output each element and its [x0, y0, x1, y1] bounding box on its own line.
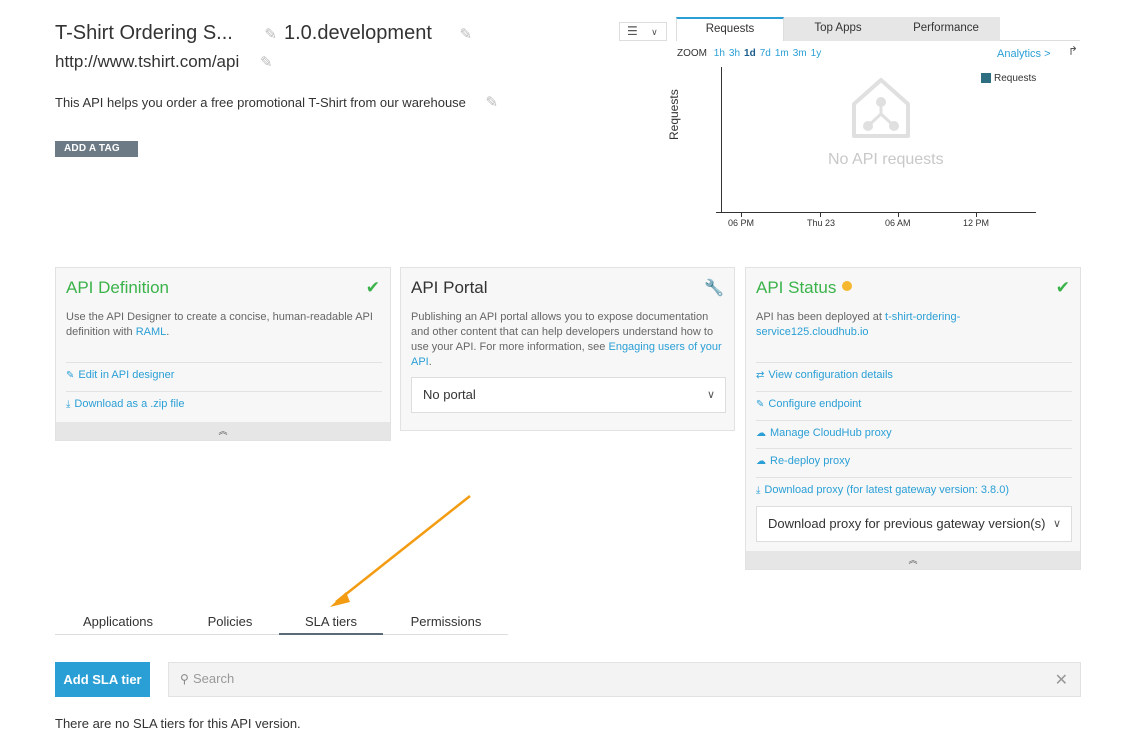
- add-tag-button[interactable]: ADD A TAG: [55, 141, 138, 157]
- divider: [756, 448, 1072, 449]
- pencil-icon: ✎: [66, 370, 75, 381]
- edit-in-designer-link[interactable]: ✎ Edit in API designer: [66, 369, 174, 381]
- tab-permissions[interactable]: Permissions: [390, 614, 502, 629]
- legend-swatch: [981, 73, 991, 83]
- empty-sla-message: There are no SLA tiers for this API vers…: [55, 716, 301, 731]
- annotation-arrow: [330, 495, 471, 607]
- search-input[interactable]: [193, 671, 993, 686]
- x-axis-tick: [741, 212, 742, 217]
- zoom-option-7d[interactable]: 7d: [760, 48, 771, 59]
- zoom-option-1d[interactable]: 1d: [744, 48, 756, 59]
- share-icon[interactable]: ↱: [1068, 44, 1078, 58]
- zoom-label: ZOOM: [677, 48, 707, 59]
- no-requests-message: No API requests: [828, 151, 944, 168]
- chart-x-axis: [716, 212, 1036, 213]
- wrench-icon[interactable]: 🔧: [704, 278, 724, 298]
- cloud-icon: ☁: [756, 428, 766, 439]
- double-chevron-up-icon: ︽: [218, 426, 228, 436]
- card-description: API has been deployed at t-shirt-orderin…: [756, 311, 961, 338]
- tab-applications[interactable]: Applications: [60, 614, 176, 629]
- x-axis-tick-label: Thu 23: [807, 218, 836, 228]
- search-bar: ⚲ ✕: [168, 662, 1081, 697]
- double-chevron-up-icon: ︽: [908, 555, 918, 565]
- card-description: Publishing an API portal allows you to e…: [411, 311, 722, 368]
- check-icon: ✔: [365, 278, 380, 297]
- list-icon: ☰: [627, 24, 638, 38]
- divider: [66, 391, 382, 392]
- x-axis-tick: [820, 212, 821, 217]
- view-configuration-link[interactable]: ⇄ View configuration details: [756, 369, 893, 381]
- legend-label: Requests: [994, 73, 1037, 84]
- exchange-arrows-icon: ⇄: [756, 370, 765, 381]
- tab-top-apps[interactable]: Top Apps: [784, 17, 892, 41]
- card-title: API Portal: [411, 278, 488, 297]
- api-title: T-Shirt Ordering S... ✎: [55, 22, 277, 44]
- check-icon: ✔: [1055, 278, 1070, 297]
- card-description: Use the API Designer to create a concise…: [66, 311, 373, 338]
- x-axis-tick: [976, 212, 977, 217]
- tab-performance[interactable]: Performance: [892, 17, 1000, 41]
- zoom-option-1m[interactable]: 1m: [775, 48, 789, 59]
- configure-endpoint-link[interactable]: ✎ Configure endpoint: [756, 398, 861, 410]
- api-description: This API helps you order a free promotio…: [55, 94, 499, 111]
- divider: [756, 391, 1072, 392]
- divider: [756, 477, 1072, 478]
- api-version: 1.0.development ✎: [284, 22, 473, 44]
- zoom-option-3m[interactable]: 3m: [793, 48, 807, 59]
- zoom-option-1y[interactable]: 1y: [811, 48, 822, 59]
- zoom-option-3h[interactable]: 3h: [729, 48, 740, 59]
- portal-select[interactable]: No portal ∨: [411, 377, 726, 413]
- redeploy-proxy-link[interactable]: ☁ Re-deploy proxy: [756, 455, 850, 467]
- cloud-icon: ☁: [756, 456, 766, 467]
- pencil-icon: ✎: [756, 399, 765, 410]
- x-axis-tick-label: 12 PM: [963, 218, 990, 228]
- download-zip-link[interactable]: ⤓ Download as a .zip file: [66, 398, 184, 410]
- x-axis-tick: [898, 212, 899, 217]
- chevron-down-icon: ∨: [651, 27, 658, 37]
- status-indicator: [842, 281, 853, 291]
- analytics-link[interactable]: Analytics >: [997, 48, 1051, 60]
- card-title: API Status: [756, 278, 853, 298]
- zoom-controls: ZOOM 1h 3h 1d 7d 1m 3m 1y: [677, 48, 821, 59]
- api-portal-card: API Portal 🔧 Publishing an API portal al…: [400, 267, 735, 431]
- tab-policies[interactable]: Policies: [180, 614, 280, 629]
- zoom-option-1h[interactable]: 1h: [714, 48, 725, 59]
- close-icon[interactable]: ✕: [1055, 670, 1068, 690]
- search-icon: ⚲: [180, 672, 189, 686]
- api-status-card: API Status ✔ API has been deployed at t-…: [745, 267, 1081, 570]
- edit-url-pencil-icon[interactable]: ✎: [260, 54, 273, 71]
- chevron-down-icon: ∨: [1052, 518, 1061, 530]
- manage-cloudhub-proxy-link[interactable]: ☁ Manage CloudHub proxy: [756, 427, 892, 439]
- collapse-card-button[interactable]: ︽: [56, 422, 390, 440]
- collapse-card-button[interactable]: ︽: [746, 551, 1080, 569]
- x-axis-tick-label: 06 PM: [728, 218, 755, 228]
- tab-sla-tiers[interactable]: SLA tiers: [279, 614, 383, 629]
- card-title: API Definition: [66, 278, 169, 297]
- view-toggle-dropdown[interactable]: ☰ ∨: [619, 22, 667, 41]
- active-tab-indicator: [279, 633, 383, 635]
- chevron-down-icon: ∨: [706, 389, 715, 401]
- download-proxy-link[interactable]: ⤓ Download proxy (for latest gateway vers…: [756, 484, 1009, 496]
- chart-y-axis-label: Requests: [667, 89, 681, 140]
- divider: [756, 362, 1072, 363]
- api-url: http://www.tshirt.com/api ✎: [55, 52, 273, 71]
- chart-y-axis: [721, 67, 722, 213]
- tab-requests[interactable]: Requests: [676, 17, 784, 41]
- api-placeholder-icon: [852, 78, 910, 138]
- x-axis-tick-label: 06 AM: [885, 218, 911, 228]
- chart-tabs: Requests Top Apps Performance: [676, 17, 1080, 41]
- edit-title-pencil-icon[interactable]: ✎: [264, 26, 277, 43]
- divider: [756, 420, 1072, 421]
- api-definition-card: API Definition ✔ Use the API Designer to…: [55, 267, 391, 441]
- edit-description-pencil-icon[interactable]: ✎: [486, 94, 499, 111]
- add-sla-tier-button[interactable]: Add SLA tier: [55, 662, 150, 697]
- edit-version-pencil-icon[interactable]: ✎: [459, 26, 472, 43]
- download-icon: ⤓: [756, 485, 761, 496]
- previous-gateway-proxy-select[interactable]: Download proxy for previous gateway vers…: [756, 506, 1072, 542]
- download-icon: ⤓: [66, 399, 71, 410]
- raml-link[interactable]: RAML: [136, 326, 167, 338]
- divider: [66, 362, 382, 363]
